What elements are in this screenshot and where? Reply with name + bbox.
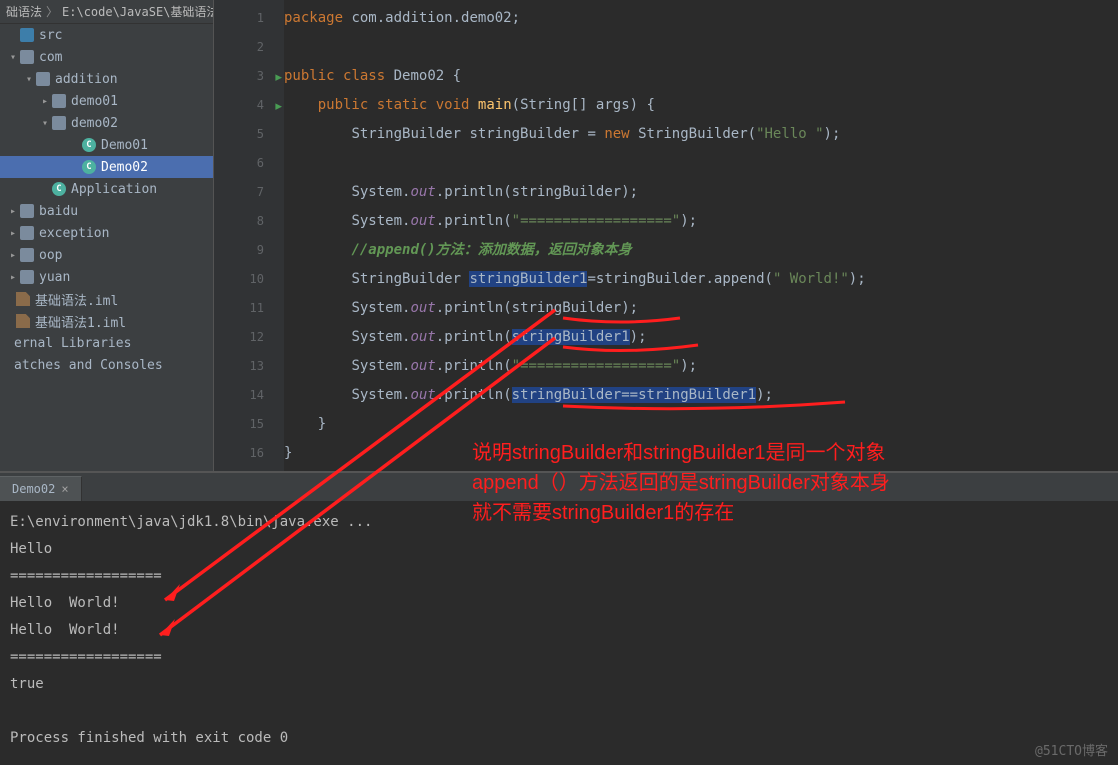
tree-item[interactable]: ▸oop <box>0 244 213 266</box>
tree-item[interactable]: ▾addition <box>0 68 213 90</box>
tree-item[interactable]: 基础语法1.iml <box>0 310 213 332</box>
console-output[interactable]: E:\environment\java\jdk1.8\bin\java.exe … <box>0 501 1118 765</box>
tree-item[interactable]: CDemo01 <box>0 134 213 156</box>
tree-item[interactable]: CApplication <box>0 178 213 200</box>
tree-item[interactable]: ▸baidu <box>0 200 213 222</box>
breadcrumb-path: E:\code\JavaSE\基础语法 <box>62 3 213 20</box>
project-sidebar: 础语法 〉 E:\code\JavaSE\基础语法 src▾com▾additi… <box>0 0 214 471</box>
console-tab[interactable]: Demo02 × <box>0 476 82 501</box>
tree-item[interactable]: src <box>0 24 213 46</box>
breadcrumb[interactable]: 础语法 〉 E:\code\JavaSE\基础语法 <box>0 0 213 24</box>
breadcrumb-part: 础语法 <box>6 3 42 20</box>
tree-item[interactable]: atches and Consoles <box>0 354 213 376</box>
run-console: Demo02 × E:\environment\java\jdk1.8\bin\… <box>0 471 1118 765</box>
code-area[interactable]: package com.addition.demo02; public clas… <box>284 0 1118 471</box>
project-tree[interactable]: src▾com▾addition▸demo01▾demo02CDemo01CDe… <box>0 24 213 471</box>
console-tab-label: Demo02 <box>12 482 55 496</box>
tree-item[interactable]: 基础语法.iml <box>0 288 213 310</box>
code-editor[interactable]: 123▶4▶5678910111213141516 package com.ad… <box>214 0 1118 471</box>
close-icon[interactable]: × <box>61 482 68 496</box>
tree-item[interactable]: ▾demo02 <box>0 112 213 134</box>
tree-item[interactable]: ▸demo01 <box>0 90 213 112</box>
tree-item[interactable]: ▾com <box>0 46 213 68</box>
tree-item[interactable]: ▸yuan <box>0 266 213 288</box>
console-tabbar[interactable]: Demo02 × <box>0 473 1118 501</box>
line-gutter: 123▶4▶5678910111213141516 <box>214 0 284 471</box>
chevron-right-icon: 〉 <box>46 3 58 20</box>
tree-item[interactable]: CDemo02 <box>0 156 213 178</box>
tree-item[interactable]: ▸exception <box>0 222 213 244</box>
tree-item[interactable]: ernal Libraries <box>0 332 213 354</box>
